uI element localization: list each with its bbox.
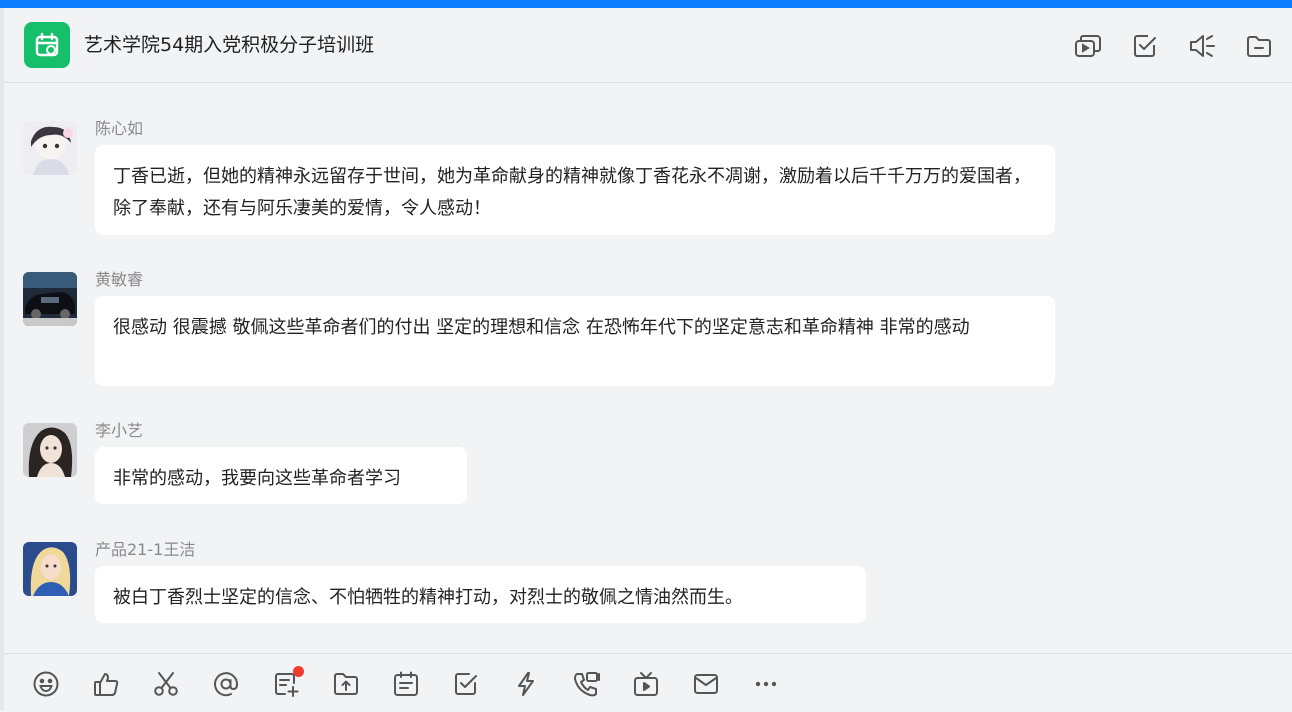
thumbs-up-icon[interactable] bbox=[90, 668, 122, 700]
message-bubble[interactable]: 被白丁香烈士坚定的信念、不怕牺牲的精神打动，对烈士的敬佩之情油然而生。 bbox=[95, 566, 866, 623]
emoji-icon[interactable] bbox=[30, 668, 62, 700]
checklist-icon[interactable] bbox=[1129, 30, 1160, 61]
message-list[interactable]: 陈心如 丁香已逝，但她的精神永远留存于世间，她为革命献身的精神就像丁香花永不凋谢… bbox=[4, 83, 1292, 653]
history-icon[interactable] bbox=[1072, 30, 1103, 61]
sender-name: 黄敏睿 bbox=[95, 270, 144, 289]
message-bubble[interactable]: 非常的感动，我要向这些革命者学习 bbox=[95, 447, 467, 504]
composer-toolbar bbox=[4, 653, 1292, 712]
chat-title: 艺术学院54期入党积极分子培训班 bbox=[84, 34, 375, 56]
lightning-icon[interactable] bbox=[510, 668, 542, 700]
schedule-icon[interactable] bbox=[390, 668, 422, 700]
sender-name: 陈心如 bbox=[95, 119, 144, 138]
announce-icon[interactable] bbox=[1186, 30, 1217, 61]
folder-icon[interactable] bbox=[1243, 30, 1274, 61]
avatar[interactable] bbox=[23, 542, 77, 596]
doc-add-icon[interactable] bbox=[270, 666, 304, 700]
more-icon[interactable] bbox=[750, 668, 782, 700]
at-icon[interactable] bbox=[210, 668, 242, 700]
sender-name: 产品21-1王洁 bbox=[95, 540, 196, 559]
avatar[interactable] bbox=[23, 423, 77, 477]
chat-header: 艺术学院54期入党积极分子培训班 bbox=[4, 8, 1292, 83]
upload-icon[interactable] bbox=[330, 668, 362, 700]
task-icon[interactable] bbox=[450, 668, 482, 700]
live-tv-icon[interactable] bbox=[630, 668, 662, 700]
sender-name: 李小艺 bbox=[95, 421, 144, 440]
scissors-icon[interactable] bbox=[150, 668, 182, 700]
call-icon[interactable] bbox=[570, 668, 602, 700]
notification-dot bbox=[293, 666, 304, 677]
avatar[interactable] bbox=[23, 121, 77, 175]
message-bubble[interactable]: 很感动 很震撼 敬佩这些革命者们的付出 坚定的理想和信念 在恐怖年代下的坚定意志… bbox=[95, 296, 1055, 386]
mail-icon[interactable] bbox=[690, 668, 722, 700]
message-bubble[interactable]: 丁香已逝，但她的精神永远留存于世间，她为革命献身的精神就像丁香花永不凋谢，激励着… bbox=[95, 145, 1055, 235]
calendar-group-icon[interactable] bbox=[24, 22, 70, 68]
top-accent-bar bbox=[0, 0, 1292, 8]
avatar[interactable] bbox=[23, 272, 77, 326]
